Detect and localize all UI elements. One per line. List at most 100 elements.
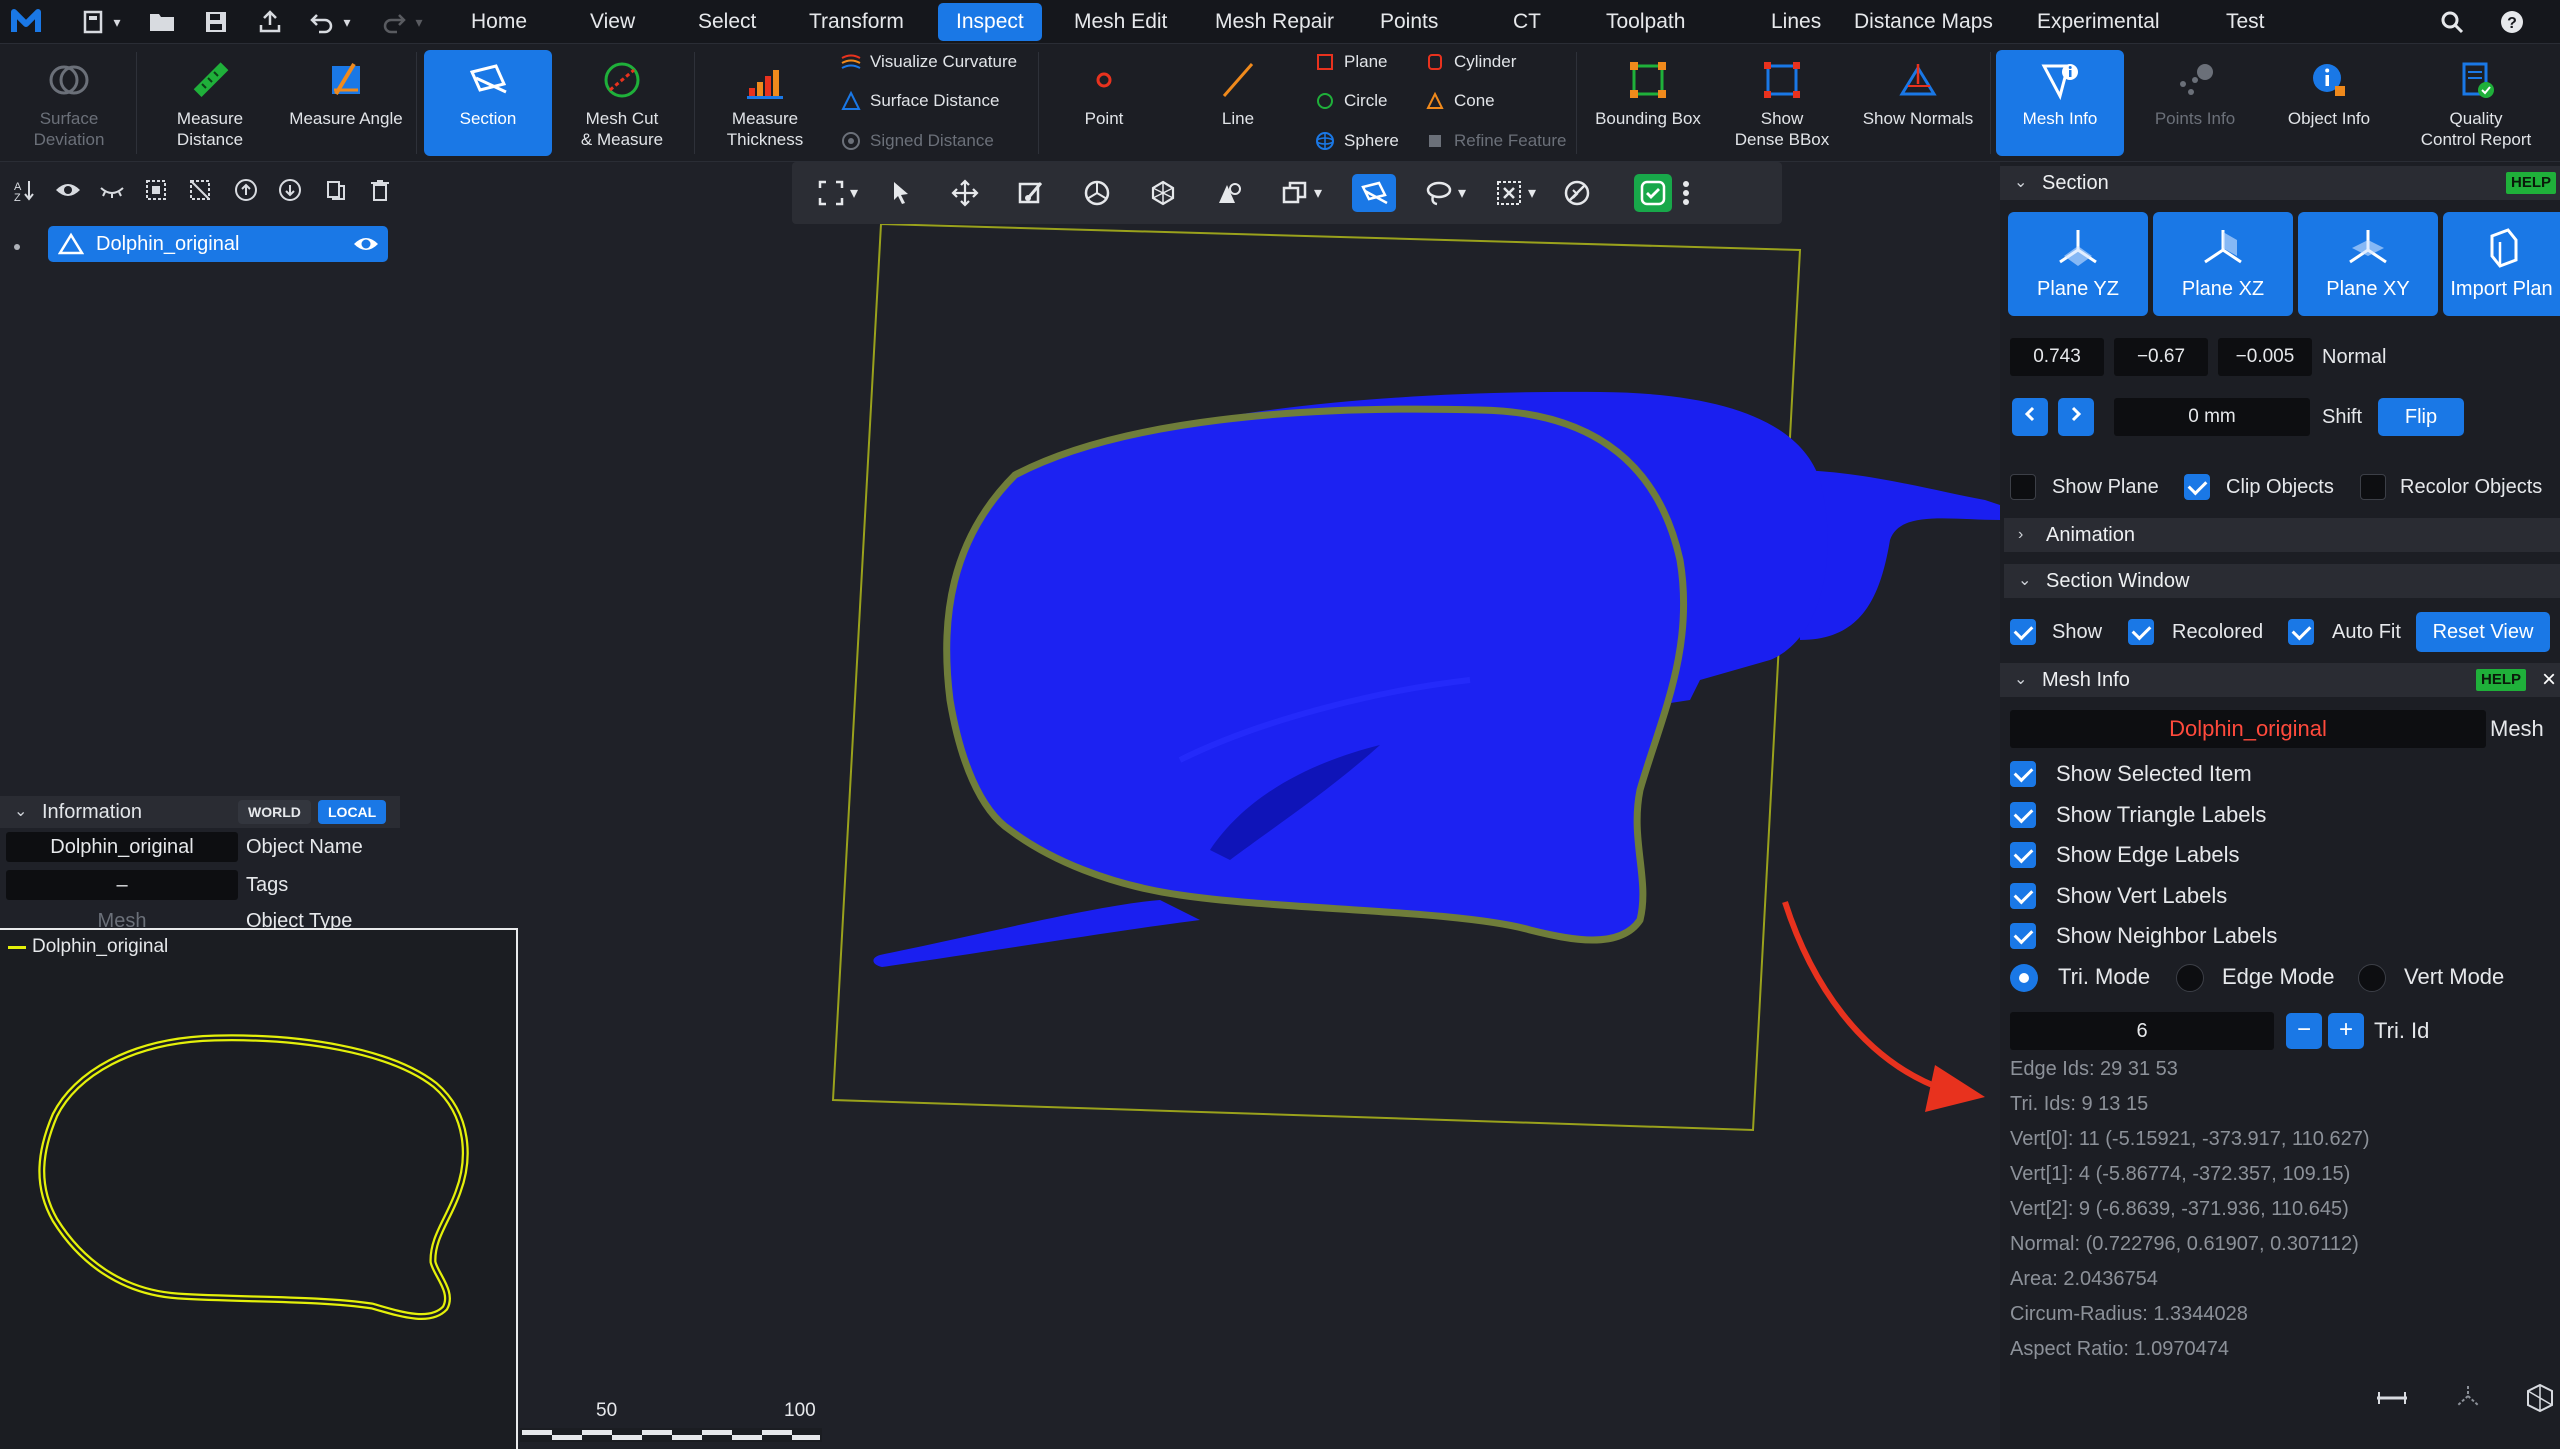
measure-distance-button[interactable]: Measure Distance [146, 50, 274, 156]
move-down-icon[interactable] [274, 174, 306, 206]
menu-tab-ct[interactable]: CT [1495, 3, 1559, 41]
mesh-info-header[interactable]: ⌄ Mesh Info HELP × [2000, 663, 2560, 697]
box-deselect-dropdown-icon[interactable]: ▾ [1522, 174, 1542, 212]
menu-tab-toolpath[interactable]: Toolpath [1588, 3, 1703, 41]
object-name-value[interactable]: Dolphin_original [6, 832, 238, 862]
menu-tab-view[interactable]: View [572, 3, 653, 41]
recolored-checkbox[interactable] [2128, 619, 2154, 645]
menu-tab-mesh-edit[interactable]: Mesh Edit [1056, 3, 1185, 41]
fit-objects-icon[interactable] [1210, 174, 1248, 212]
visualize-curvature-button[interactable]: Visualize Curvature [840, 48, 1017, 76]
more-options-icon[interactable] [1676, 174, 1696, 212]
shift-input[interactable]: 0 mm [2114, 398, 2310, 436]
section-panel-header[interactable]: ⌄ Section HELP [2000, 166, 2560, 200]
flip-button[interactable]: Flip [2378, 398, 2464, 436]
shift-decrease-button[interactable] [2012, 398, 2048, 436]
plane-xz-button[interactable]: Plane XZ [2153, 212, 2293, 316]
clip-objects-checkbox[interactable] [2184, 474, 2210, 500]
menu-tab-test[interactable]: Test [2208, 3, 2283, 41]
line-button[interactable]: Line [1180, 50, 1296, 156]
apply-check-icon[interactable] [1634, 174, 1672, 212]
scene-object-item[interactable]: Dolphin_original [48, 226, 388, 262]
tri-id-increase-button[interactable]: + [2328, 1013, 2364, 1049]
plane-yz-button[interactable]: Plane YZ [2008, 212, 2148, 316]
menu-tab-distance-maps[interactable]: Distance Maps [1836, 3, 2011, 41]
help-icon[interactable]: ? [2494, 6, 2530, 38]
world-toggle[interactable]: WORLD [238, 800, 311, 824]
object-info-button[interactable]: Object Info [2264, 50, 2394, 156]
lasso-dropdown-icon[interactable]: ▾ [1452, 174, 1472, 212]
mesh-info-button[interactable]: Mesh Info [1996, 50, 2124, 156]
tags-value[interactable]: – [6, 870, 238, 900]
show-plane-checkbox[interactable] [2010, 474, 2036, 500]
section-button[interactable]: Section [424, 50, 552, 156]
menu-tab-home[interactable]: Home [453, 3, 545, 41]
signed-distance-button[interactable]: Signed Distance [840, 127, 994, 155]
axes-gizmo-icon[interactable] [2448, 1380, 2488, 1416]
section-window-header[interactable]: ⌄ Section Window [2004, 564, 2560, 598]
import-plane-button[interactable]: Import Plan [2443, 212, 2560, 316]
new-dropdown-icon[interactable]: ▾ [108, 6, 126, 38]
redo-icon[interactable] [376, 6, 412, 38]
3d-viewport[interactable] [400, 162, 2000, 1449]
section-tool-icon[interactable] [1352, 174, 1396, 212]
tri-id-decrease-button[interactable]: − [2286, 1013, 2322, 1049]
show-vert-labels-checkbox[interactable] [2010, 883, 2036, 909]
measure-scale-icon[interactable] [2372, 1380, 2412, 1416]
move-up-icon[interactable] [230, 174, 262, 206]
menu-tab-experimental[interactable]: Experimental [2019, 3, 2178, 41]
hide-all-eye-icon[interactable] [96, 174, 128, 206]
menu-tab-select[interactable]: Select [680, 3, 774, 41]
view-cube-icon[interactable] [2520, 1380, 2560, 1416]
plane-button[interactable]: Plane [1314, 48, 1387, 76]
camera-views-dropdown-icon[interactable]: ▾ [1308, 174, 1328, 212]
local-toggle[interactable]: LOCAL [318, 800, 387, 824]
auto-fit-checkbox[interactable] [2288, 619, 2314, 645]
show-selected-item-checkbox[interactable] [2010, 761, 2036, 787]
normal-y-input[interactable]: −0.67 [2114, 338, 2208, 376]
shift-increase-button[interactable] [2058, 398, 2094, 436]
edge-mode-radio[interactable] [2176, 964, 2204, 992]
quality-control-report-button[interactable]: Quality Control Report [2404, 50, 2548, 156]
show-dense-bbox-button[interactable]: Show Dense BBox [1718, 50, 1846, 156]
show-triangle-labels-checkbox[interactable] [2010, 802, 2036, 828]
copy-icon[interactable] [320, 174, 352, 206]
vert-mode-radio[interactable] [2358, 964, 2386, 992]
measure-thickness-button[interactable]: Measure Thickness [702, 50, 828, 156]
show-all-eye-icon[interactable] [52, 174, 84, 206]
bounding-box-button[interactable]: Bounding Box [1584, 50, 1712, 156]
show-section-window-checkbox[interactable] [2010, 619, 2036, 645]
menu-tab-lines[interactable]: Lines [1753, 3, 1839, 41]
mesh-cut-measure-button[interactable]: Mesh Cut & Measure [558, 50, 686, 156]
measure-angle-button[interactable]: Measure Angle [282, 50, 410, 156]
points-info-button[interactable]: Points Info [2130, 50, 2260, 156]
menu-tab-transform[interactable]: Transform [791, 3, 922, 41]
refine-feature-button[interactable]: Refine Feature [1424, 127, 1566, 155]
tri-id-input[interactable]: 6 [2010, 1012, 2274, 1050]
move-icon[interactable] [946, 174, 984, 212]
show-edge-labels-checkbox[interactable] [2010, 842, 2036, 868]
open-folder-icon[interactable] [144, 6, 180, 38]
orbit-icon[interactable] [1078, 174, 1116, 212]
point-button[interactable]: Point [1046, 50, 1162, 156]
search-icon[interactable] [2434, 6, 2470, 38]
sphere-button[interactable]: Sphere [1314, 127, 1399, 155]
undo-icon[interactable] [304, 6, 340, 38]
section-help-badge[interactable]: HELP [2506, 172, 2557, 194]
surface-deviation-button[interactable]: Surface Deviation [8, 50, 130, 156]
new-file-icon[interactable] [76, 6, 112, 38]
surface-distance-button[interactable]: Surface Distance [840, 87, 999, 115]
recolor-objects-checkbox[interactable] [2360, 474, 2386, 500]
reset-view-button[interactable]: Reset View [2416, 612, 2550, 652]
redo-dropdown-icon[interactable]: ▾ [410, 6, 428, 38]
plane-xy-button[interactable]: Plane XY [2298, 212, 2438, 316]
normal-z-input[interactable]: −0.005 [2218, 338, 2312, 376]
cone-button[interactable]: Cone [1424, 87, 1495, 115]
select-pointer-icon[interactable] [882, 174, 920, 212]
select-all-icon[interactable] [140, 174, 172, 206]
show-neighbor-labels-checkbox[interactable] [2010, 923, 2036, 949]
normal-x-input[interactable]: 0.743 [2010, 338, 2104, 376]
information-header[interactable]: ⌄ Information WORLD LOCAL [0, 796, 400, 828]
menu-tab-mesh-repair[interactable]: Mesh Repair [1197, 3, 1352, 41]
no-select-icon[interactable] [1558, 174, 1596, 212]
